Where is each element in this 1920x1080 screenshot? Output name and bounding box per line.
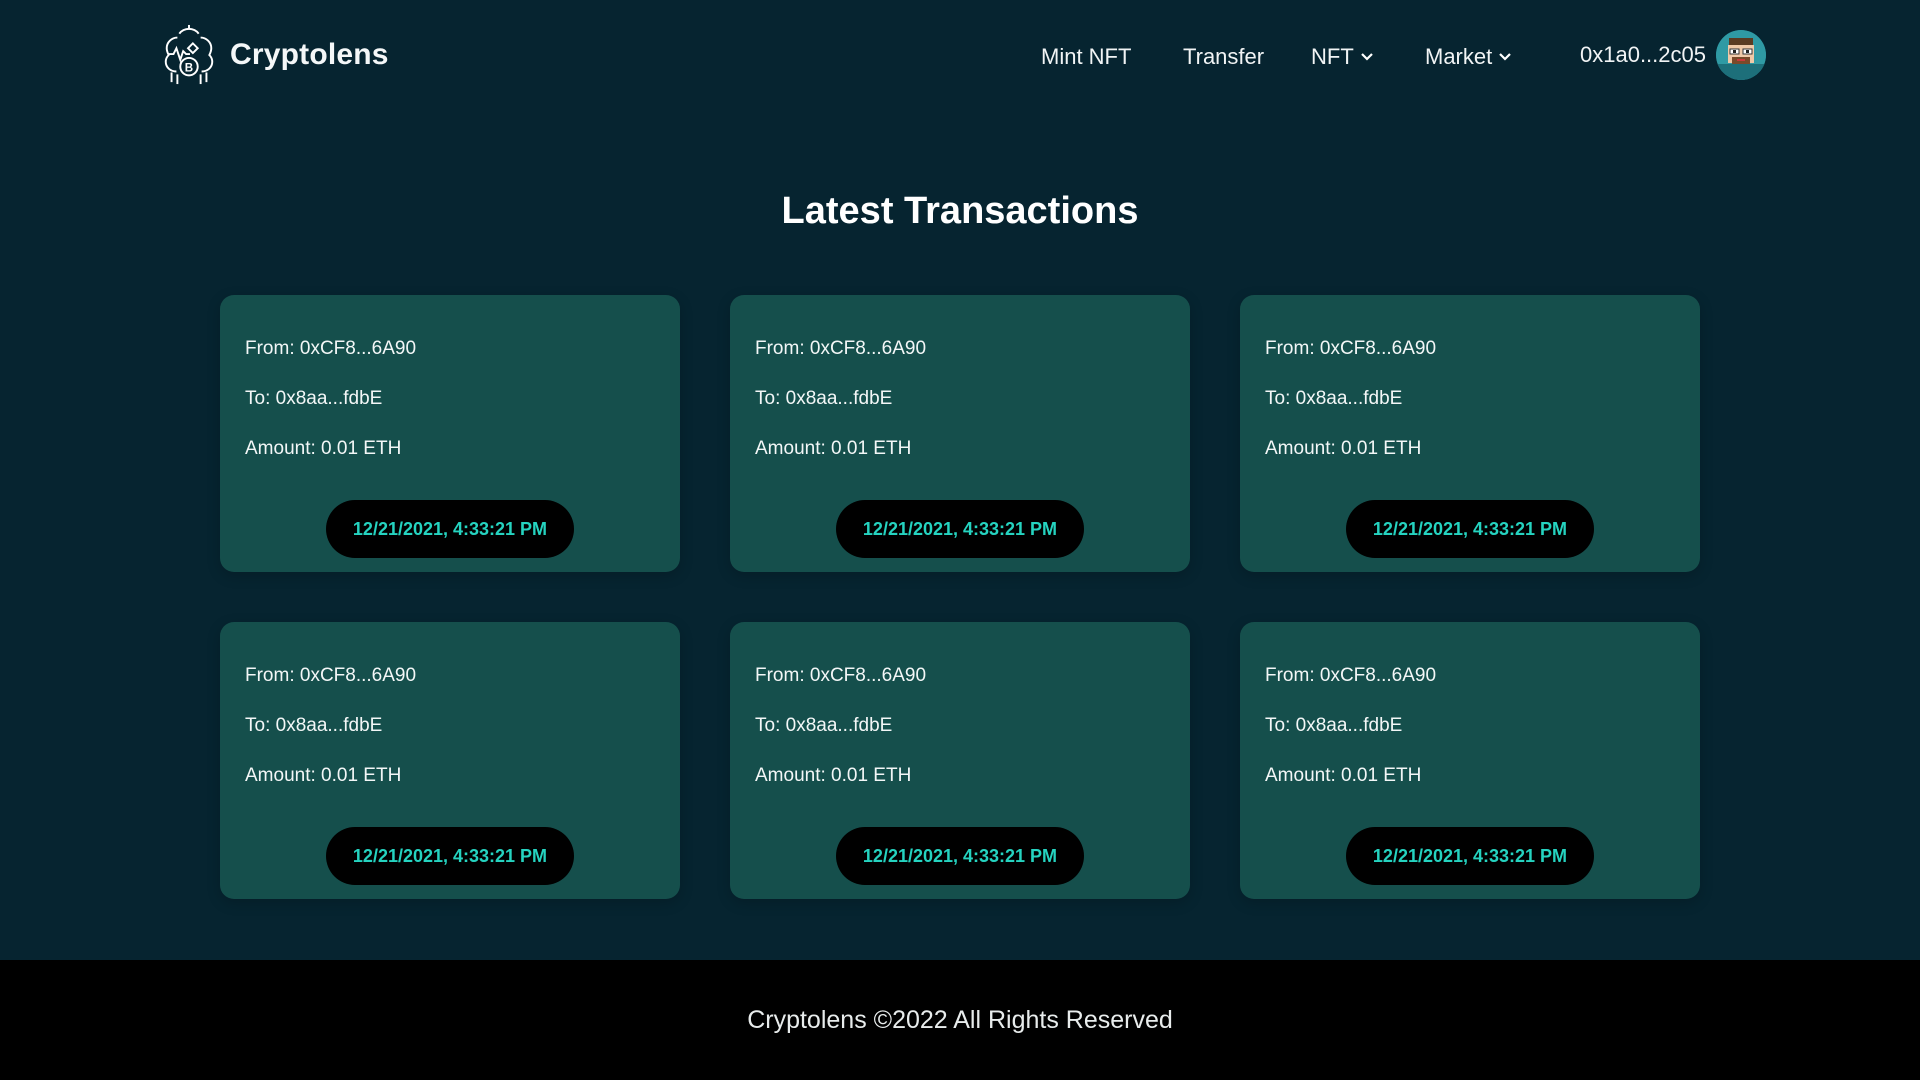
- transaction-card: From: 0xCF8...6A90 To: 0x8aa...fdbE Amou…: [730, 295, 1190, 572]
- nav-market-label: Market: [1425, 44, 1493, 69]
- transaction-amount: Amount: 0.01 ETH: [755, 765, 912, 786]
- chevron-down-icon: [1499, 53, 1512, 61]
- transaction-from: From: 0xCF8...6A90: [755, 338, 927, 359]
- transaction-from: From: 0xCF8...6A90: [245, 665, 417, 686]
- transaction-timestamp-button[interactable]: 12/21/2021, 4:33:21 PM: [326, 827, 574, 885]
- chevron-down-icon: [1360, 53, 1373, 61]
- transaction-to: To: 0x8aa...fdbE: [245, 715, 383, 736]
- transaction-card: From: 0xCF8...6A90 To: 0x8aa...fdbE Amou…: [730, 622, 1190, 899]
- brand-name: Cryptolens: [230, 38, 389, 71]
- wallet-account[interactable]: 0x1a0...2c05: [1580, 30, 1766, 80]
- transaction-amount: Amount: 0.01 ETH: [245, 765, 402, 786]
- wallet-address: 0x1a0...2c05: [1580, 42, 1706, 67]
- transaction-to: To: 0x8aa...fdbE: [245, 388, 383, 409]
- transaction-timestamp-button[interactable]: 12/21/2021, 4:33:21 PM: [1346, 827, 1594, 885]
- transaction-card: From: 0xCF8...6A90 To: 0x8aa...fdbE Amou…: [220, 622, 680, 899]
- transaction-amount: Amount: 0.01 ETH: [755, 438, 912, 459]
- nav-nft-label: NFT: [1311, 44, 1354, 69]
- nav-transfer[interactable]: Transfer: [1183, 44, 1264, 70]
- transactions-grid: From: 0xCF8...6A90 To: 0x8aa...fdbE Amou…: [220, 295, 1700, 899]
- transaction-from: From: 0xCF8...6A90: [1265, 665, 1437, 686]
- transaction-to: To: 0x8aa...fdbE: [1265, 715, 1403, 736]
- transaction-card: From: 0xCF8...6A90 To: 0x8aa...fdbE Amou…: [1240, 622, 1700, 899]
- nav-market-dropdown[interactable]: Market: [1425, 44, 1512, 70]
- transaction-amount: Amount: 0.01 ETH: [245, 438, 402, 459]
- nav-nft-dropdown[interactable]: NFT: [1311, 44, 1374, 70]
- brand-home-link[interactable]: B Cryptolens: [158, 24, 389, 86]
- transaction-amount: Amount: 0.01 ETH: [1265, 765, 1422, 786]
- transaction-from: From: 0xCF8...6A90: [1265, 338, 1437, 359]
- transaction-timestamp-button[interactable]: 12/21/2021, 4:33:21 PM: [326, 500, 574, 558]
- transaction-timestamp-button[interactable]: 12/21/2021, 4:33:21 PM: [836, 827, 1084, 885]
- transaction-from: From: 0xCF8...6A90: [755, 665, 927, 686]
- transaction-timestamp-button[interactable]: 12/21/2021, 4:33:21 PM: [1346, 500, 1594, 558]
- transaction-timestamp-button[interactable]: 12/21/2021, 4:33:21 PM: [836, 500, 1084, 558]
- transaction-to: To: 0x8aa...fdbE: [755, 715, 893, 736]
- transaction-card: From: 0xCF8...6A90 To: 0x8aa...fdbE Amou…: [220, 295, 680, 572]
- nav-mint-nft[interactable]: Mint NFT: [1041, 44, 1131, 70]
- transaction-to: To: 0x8aa...fdbE: [1265, 388, 1403, 409]
- transaction-to: To: 0x8aa...fdbE: [755, 388, 893, 409]
- crypto-brain-icon: B: [164, 24, 214, 85]
- transaction-amount: Amount: 0.01 ETH: [1265, 438, 1422, 459]
- avatar: [1715, 30, 1766, 80]
- transaction-from: From: 0xCF8...6A90: [245, 338, 417, 359]
- page-title: Latest Transactions: [781, 190, 1139, 232]
- page-footer: Cryptolens ©2022 All Rights Reserved: [0, 960, 1920, 1080]
- top-navbar: B Cryptolens Mint NFT Transfer NFT Marke…: [0, 0, 1920, 112]
- footer-copyright: Cryptolens ©2022 All Rights Reserved: [747, 1005, 1173, 1034]
- svg-text:B: B: [185, 61, 193, 74]
- transaction-card: From: 0xCF8...6A90 To: 0x8aa...fdbE Amou…: [1240, 295, 1700, 572]
